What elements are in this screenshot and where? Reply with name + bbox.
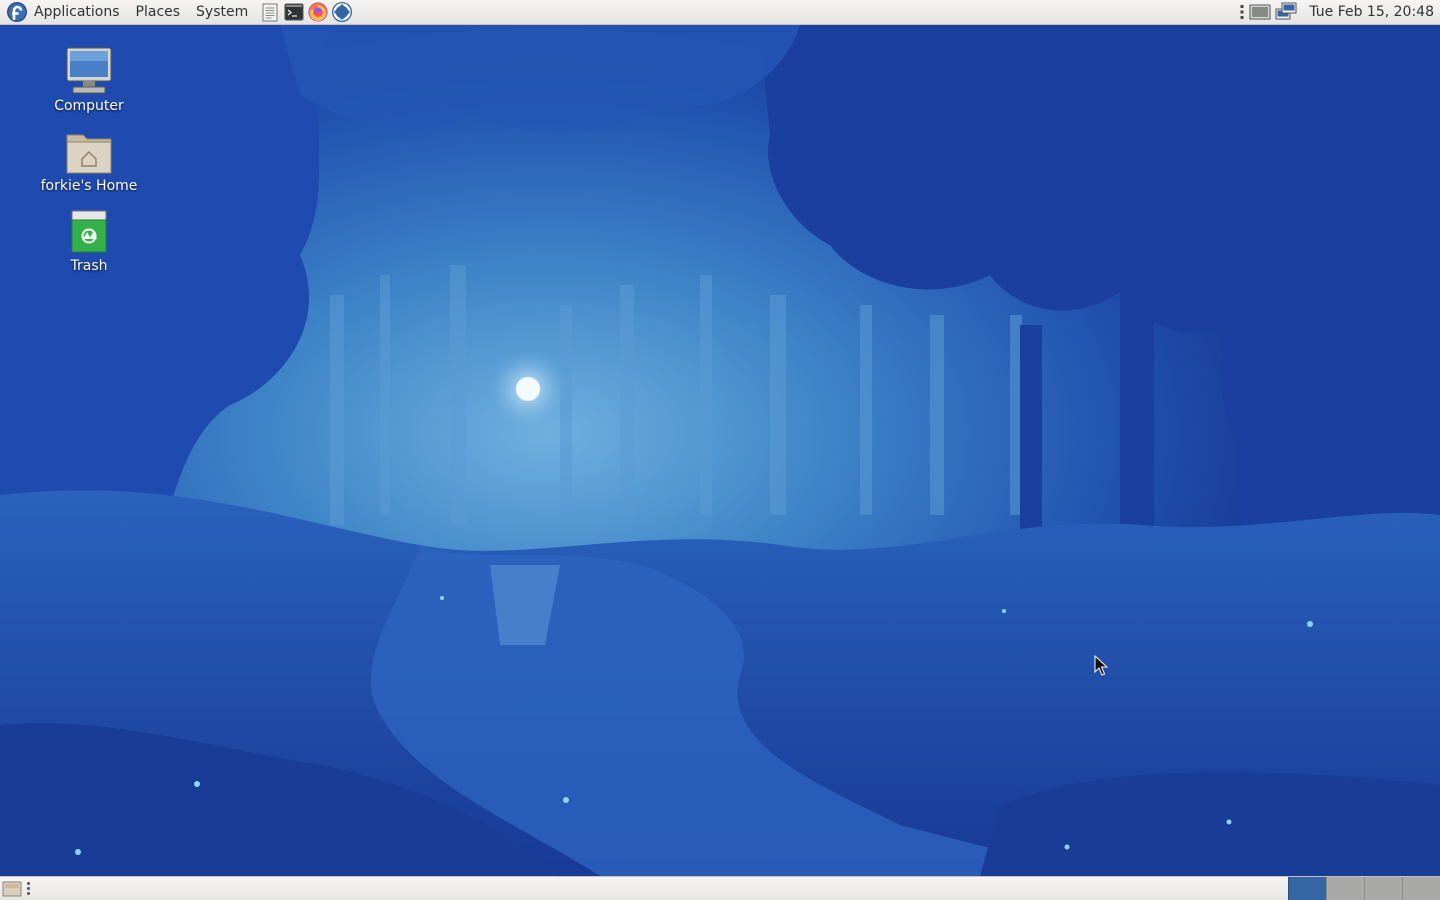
workspace-1[interactable] (1288, 877, 1326, 900)
system-menu[interactable]: System (188, 0, 256, 25)
text-editor-icon[interactable] (259, 1, 281, 23)
mouse-pointer-icon (1094, 655, 1108, 676)
desktop-icon-home[interactable]: forkie's Home (34, 125, 144, 194)
desktop-icon-label: Computer (54, 98, 124, 114)
desktop[interactable]: Computer forkie's Home Trash (0, 25, 1440, 876)
trash-icon (71, 210, 107, 253)
workspace-2[interactable] (1326, 877, 1364, 900)
desktop-icon-label: forkie's Home (40, 178, 138, 194)
workspace-4[interactable] (1402, 877, 1440, 900)
show-desktop-icon (2, 881, 22, 896)
notification-handle-icon[interactable] (1239, 3, 1245, 21)
window-list[interactable] (32, 877, 1288, 900)
places-menu-label: Places (135, 4, 181, 20)
home-folder-icon (66, 134, 112, 174)
clock[interactable]: Tue Feb 15, 20:48 (1309, 4, 1434, 20)
desktop-icon-computer[interactable]: Computer (34, 45, 144, 114)
panel-drag-handle[interactable] (24, 877, 32, 900)
bottom-panel (0, 876, 1440, 900)
system-menu-label: System (196, 4, 249, 20)
network-icon[interactable] (1275, 2, 1297, 22)
launcher-group (258, 1, 354, 23)
workspace-3[interactable] (1364, 877, 1402, 900)
display-icon[interactable] (1249, 3, 1271, 21)
system-tray (1239, 2, 1297, 22)
workspace-switcher (1288, 877, 1440, 900)
top-panel: Applications Places System Tue Feb 15, 2… (0, 0, 1440, 25)
computer-icon (66, 47, 112, 94)
applications-menu-label: Applications (34, 4, 120, 20)
help-icon[interactable] (331, 1, 353, 23)
places-menu[interactable]: Places (128, 0, 189, 25)
show-desktop-button[interactable] (0, 877, 24, 900)
applications-menu[interactable]: Applications (0, 0, 128, 25)
fedora-logo-icon (7, 2, 27, 22)
terminal-icon[interactable] (283, 1, 305, 23)
desktop-icon-trash[interactable]: Trash (34, 205, 144, 274)
wallpaper-forest-night (0, 25, 1440, 876)
desktop-icon-label: Trash (70, 258, 108, 274)
firefox-icon[interactable] (307, 1, 329, 23)
